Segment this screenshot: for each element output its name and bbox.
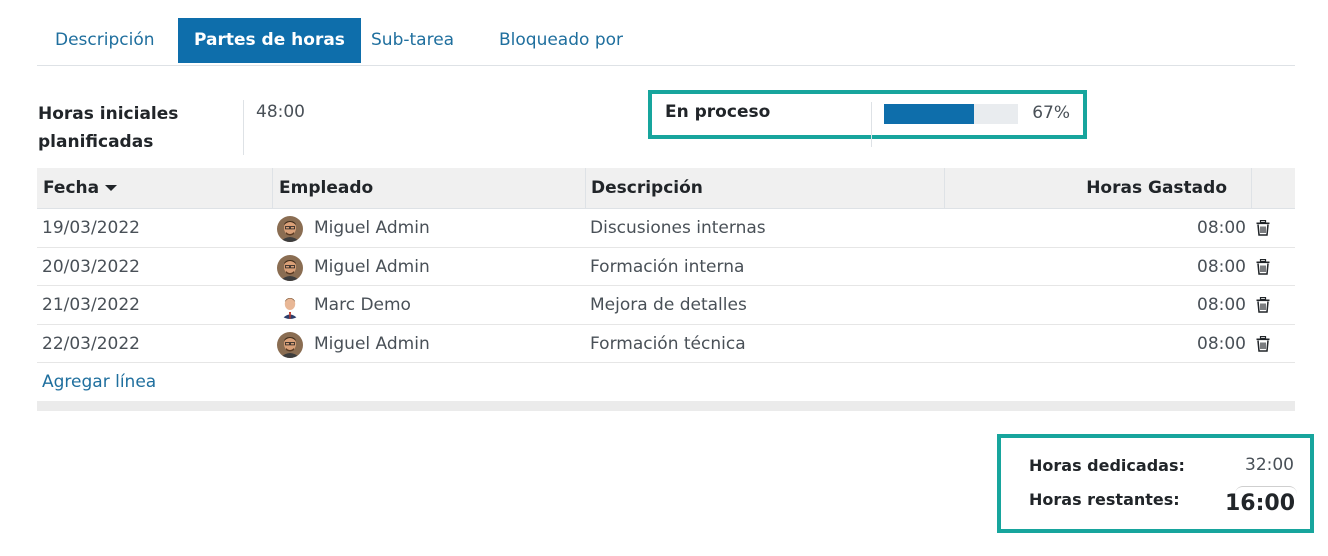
planned-hours-label: Horas iniciales planificadas xyxy=(38,104,179,152)
tab-bloqueado-por[interactable]: Bloqueado por xyxy=(499,18,623,63)
row-date[interactable]: 20/03/2022 xyxy=(42,248,140,286)
miguel-avatar xyxy=(277,216,303,242)
add-line-row: Agregar línea xyxy=(37,363,1295,401)
planned-hours-value[interactable]: 48:00 xyxy=(256,102,305,122)
table-row[interactable]: 20/03/2022 Miguel Admin Formación interna 0… xyxy=(37,248,1295,286)
progress-bar-fill xyxy=(884,104,974,124)
sort-desc-icon xyxy=(105,185,118,191)
column-divider xyxy=(944,168,945,209)
miguel-avatar xyxy=(277,254,303,281)
table-header: Fecha Empleado Descripción Horas Gastado xyxy=(37,168,1295,209)
column-header-date[interactable]: Fecha xyxy=(43,168,118,209)
column-divider xyxy=(272,168,273,209)
tab-sub-tarea[interactable]: Sub-tarea xyxy=(371,18,454,63)
row-employee[interactable]: Miguel Admin xyxy=(314,209,430,247)
row-date[interactable]: 19/03/2022 xyxy=(42,209,140,247)
column-header-description[interactable]: Descripción xyxy=(591,168,703,209)
tab-partes-de-horas[interactable]: Partes de horas xyxy=(178,18,361,63)
remaining-hours-value: 16:00 xyxy=(1224,491,1295,516)
row-hours[interactable]: 08:00 xyxy=(1137,209,1246,247)
table-row[interactable]: 21/03/2022 Marc Demo Mejora de detalles 08:… xyxy=(37,286,1295,325)
notebook-tabs: Descripción Partes de horas Sub-tarea Bl… xyxy=(37,18,1295,66)
remaining-hours-label: Horas restantes: xyxy=(1029,490,1180,509)
spent-hours-value: 32:00 xyxy=(1245,455,1294,475)
row-date[interactable]: 21/03/2022 xyxy=(42,286,140,324)
column-header-hours[interactable]: Horas Gastado xyxy=(1067,168,1227,209)
row-employee[interactable]: Miguel Admin xyxy=(314,325,430,363)
row-date[interactable]: 22/03/2022 xyxy=(42,325,140,363)
column-header-date-label: Fecha xyxy=(43,178,100,198)
row-description[interactable]: Mejora de detalles xyxy=(590,286,747,324)
row-description[interactable]: Formación interna xyxy=(590,248,744,286)
progress-percent: 67% xyxy=(1032,103,1070,123)
divider xyxy=(871,102,872,147)
column-header-employee[interactable]: Empleado xyxy=(279,168,373,209)
table-row[interactable]: 22/03/2022 Miguel Admin Formación técnica 0… xyxy=(37,325,1295,363)
table-row[interactable]: 19/03/2022 Miguel Admin Discusiones intern… xyxy=(37,209,1295,248)
table-body: 19/03/2022 Miguel Admin Discusiones intern… xyxy=(37,209,1295,363)
add-line-link[interactable]: Agregar línea xyxy=(42,363,156,401)
row-employee[interactable]: Marc Demo xyxy=(314,286,411,324)
timesheet-table: Fecha Empleado Descripción Horas Gastado… xyxy=(37,168,1295,411)
progress-bar xyxy=(884,104,1018,124)
trash-icon[interactable] xyxy=(1256,335,1270,357)
table-footer xyxy=(37,401,1295,411)
progress-label: En proceso xyxy=(665,102,771,122)
column-divider xyxy=(1251,168,1252,209)
marc-avatar xyxy=(277,293,303,319)
row-description[interactable]: Discusiones internas xyxy=(590,209,766,247)
row-employee[interactable]: Miguel Admin xyxy=(314,248,430,286)
miguel-avatar xyxy=(277,331,303,358)
row-description[interactable]: Formación técnica xyxy=(590,325,746,363)
column-divider xyxy=(585,168,586,209)
row-hours[interactable]: 08:00 xyxy=(1137,325,1246,363)
row-hours[interactable]: 08:00 xyxy=(1137,248,1246,286)
row-hours[interactable]: 08:00 xyxy=(1137,286,1246,324)
trash-icon[interactable] xyxy=(1256,258,1270,280)
trash-icon[interactable] xyxy=(1256,219,1270,241)
tab-descripcion[interactable]: Descripción xyxy=(55,18,155,63)
trash-icon[interactable] xyxy=(1256,296,1270,318)
divider xyxy=(243,100,244,155)
spent-hours-label: Horas dedicadas: xyxy=(1029,456,1185,475)
hours-summary: Horas dedicadas: 32:00 Horas restantes: … xyxy=(997,434,1314,533)
